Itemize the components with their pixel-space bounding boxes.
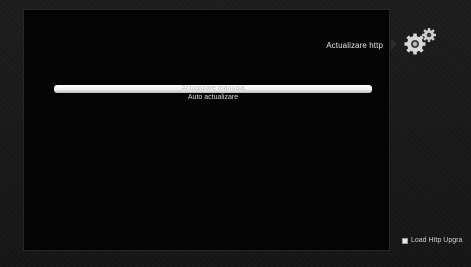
load-http-upgrade-checkbox[interactable] [402, 237, 408, 244]
menu-item-manual-update[interactable]: Actualizare manuala [54, 85, 372, 93]
settings-screen: Actualizare http Actualizare manuala Aut… [0, 0, 471, 267]
load-http-upgrade-label: Load Http Upgra [411, 237, 463, 244]
menu-item-auto-update[interactable]: Auto actualizare [54, 93, 372, 103]
load-http-upgrade-option[interactable]: Load Http Upgra [402, 237, 462, 244]
page-title: Actualizare http [326, 41, 383, 50]
main-panel: Actualizare http Actualizare manuala Aut… [23, 9, 390, 251]
menu-item-label: Auto actualizare [187, 94, 239, 101]
gears-icon [404, 28, 436, 55]
menu-list: Actualizare manuala Auto actualizare [54, 85, 372, 103]
selection-pointer [391, 38, 397, 50]
menu-item-label: Actualizare manuala [181, 85, 245, 92]
